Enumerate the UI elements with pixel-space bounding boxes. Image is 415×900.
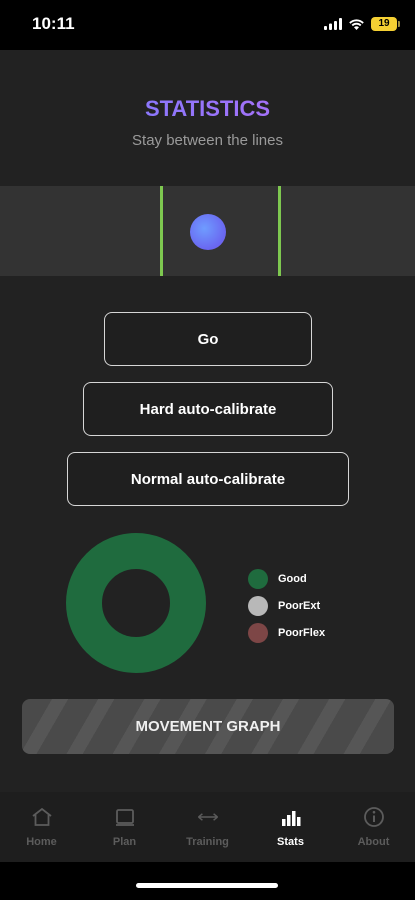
legend-swatch — [248, 568, 268, 589]
movement-graph-button[interactable]: MOVEMENT GRAPH — [22, 699, 394, 754]
left-boundary-line — [160, 186, 163, 276]
page-subtitle: Stay between the lines — [132, 132, 283, 149]
about-icon — [362, 806, 386, 828]
go-button[interactable]: Go — [104, 312, 312, 366]
stats-icon — [279, 806, 303, 828]
chart-legend: Good PoorExt PoorFlex — [248, 565, 325, 646]
posture-donut-chart — [66, 533, 206, 673]
home-indicator[interactable] — [136, 883, 278, 888]
tab-label: Training — [186, 836, 229, 848]
battery-icon: 19 — [371, 17, 400, 31]
normal-auto-calibrate-button[interactable]: Normal auto-calibrate — [67, 452, 349, 506]
position-track — [0, 186, 415, 276]
signal-icon — [324, 18, 342, 30]
home-icon — [30, 806, 54, 828]
wifi-icon — [349, 19, 364, 30]
status-icons: 19 — [324, 17, 400, 31]
tab-label: Stats — [277, 836, 304, 848]
legend-swatch — [248, 595, 268, 616]
tab-label: Plan — [112, 836, 137, 848]
home-indicator-area — [0, 862, 415, 900]
tab-label: Home — [26, 836, 57, 848]
tab-training[interactable]: Training — [166, 792, 249, 862]
legend-label: PoorFlex — [278, 626, 326, 639]
stats-screen: STATISTICS Stay between the lines Go Har… — [0, 50, 415, 792]
tab-label: About — [357, 836, 390, 848]
tab-stats[interactable]: Stats — [249, 792, 332, 862]
plan-icon — [113, 806, 137, 828]
page-title: STATISTICS — [0, 96, 415, 122]
legend-label: Good — [278, 572, 307, 585]
legend-swatch — [248, 622, 268, 643]
legend-label: PoorExt — [278, 599, 321, 612]
position-indicator-ball — [190, 214, 226, 250]
hard-auto-calibrate-button[interactable]: Hard auto-calibrate — [83, 382, 333, 436]
legend-item-poorflex: PoorFlex — [248, 619, 325, 646]
training-icon — [196, 806, 220, 828]
tab-plan[interactable]: Plan — [83, 792, 166, 862]
legend-item-poorext: PoorExt — [248, 592, 325, 619]
tab-home[interactable]: Home — [0, 792, 83, 862]
legend-item-good: Good — [248, 565, 325, 592]
status-time: 10:11 — [32, 14, 75, 33]
tab-bar: Home Plan Training Stats About — [0, 792, 415, 862]
tab-about[interactable]: About — [332, 792, 415, 862]
donut-slice-good — [66, 533, 206, 673]
right-boundary-line — [278, 186, 281, 276]
status-bar: 10:11 19 — [0, 0, 415, 50]
